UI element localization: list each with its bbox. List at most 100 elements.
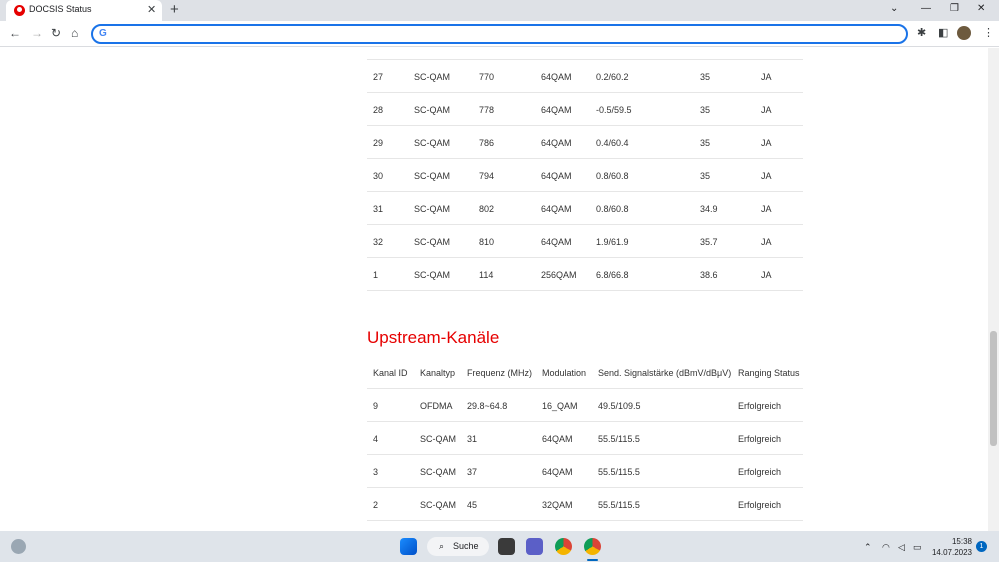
cell-type: SC-QAM — [414, 138, 450, 148]
cell-freq: 770 — [479, 72, 495, 82]
teams-chat-icon[interactable] — [526, 538, 543, 555]
tab-title: DOCSIS Status — [29, 4, 92, 14]
header-modulation: Modulation — [542, 368, 587, 378]
cell-mer: 34.9 — [700, 204, 718, 214]
downstream-row: 27 SC-QAM 770 64QAM 0.2/60.2 35 JA — [367, 60, 803, 93]
cell-power: 0.4/60.4 — [596, 138, 629, 148]
tab-strip: DOCSIS Status ✕ + ⌄ — ❐ ✕ — [0, 0, 999, 21]
cell-mod: 64QAM — [541, 138, 572, 148]
cell-type: SC-QAM — [414, 105, 450, 115]
cell-mod: 64QAM — [541, 72, 572, 82]
cell-locked: JA — [761, 171, 772, 181]
reload-icon[interactable]: ↻ — [51, 26, 61, 40]
address-bar[interactable]: G — [91, 24, 908, 44]
home-icon[interactable]: ⌂ — [71, 26, 78, 40]
upstream-section-title: Upstream-Kanäle — [367, 328, 500, 347]
weather-widget-icon[interactable] — [11, 539, 26, 554]
cell-freq: 794 — [479, 171, 495, 181]
cell-type: SC-QAM — [414, 72, 450, 82]
downstream-row: 32 SC-QAM 810 64QAM 1.9/61.9 35.7 JA — [367, 225, 803, 258]
header-kanaltyp: Kanaltyp — [420, 368, 456, 378]
upstream-row: 3 SC-QAM 37 64QAM 55.5/115.5 Erfolgreich — [367, 455, 803, 488]
volume-icon[interactable]: ◁ — [898, 541, 905, 553]
back-icon[interactable]: ← — [9, 26, 21, 40]
cell-locked: JA — [761, 105, 772, 115]
cell-freq: 778 — [479, 105, 495, 115]
profile-avatar[interactable] — [957, 26, 971, 40]
cell-status: Erfolgreich — [738, 401, 782, 411]
cell-type: SC-QAM — [414, 237, 450, 247]
cell-id: 3 — [373, 467, 379, 477]
clock-date: 14.07.2023 — [931, 548, 972, 557]
cell-power: 55.5/115.5 — [598, 500, 640, 510]
minimize-icon[interactable]: — — [921, 2, 931, 16]
task-view-icon[interactable] — [498, 538, 515, 555]
cell-locked: JA — [761, 72, 772, 82]
downstream-row: 30 SC-QAM 794 64QAM 0.8/60.8 35 JA — [367, 159, 803, 192]
cell-power: 0.2/60.2 — [596, 72, 629, 82]
cell-mod: 64QAM — [541, 171, 572, 181]
cell-freq: 786 — [479, 138, 495, 148]
cell-type: SC-QAM — [420, 500, 456, 510]
tab-docsis-status[interactable]: DOCSIS Status ✕ — [6, 0, 162, 21]
cell-id: 9 — [373, 401, 379, 411]
search-icon: ⌕ — [439, 541, 445, 551]
cell-status: Erfolgreich — [738, 500, 782, 510]
cell-mod: 16_QAM — [542, 401, 578, 411]
cell-locked: JA — [761, 204, 772, 214]
cell-mer: 35.7 — [700, 237, 718, 247]
chrome-active-icon[interactable] — [584, 538, 601, 555]
close-window-icon[interactable]: ✕ — [977, 2, 985, 16]
cell-freq: 114 — [479, 270, 494, 280]
vodafone-favicon-icon — [14, 5, 25, 16]
wifi-icon[interactable]: ◠ — [882, 541, 890, 553]
tab-search-chevron-icon[interactable]: ⌄ — [890, 2, 898, 16]
cell-mod: 256QAM — [541, 270, 577, 280]
chrome-icon[interactable] — [555, 538, 572, 555]
cell-type: SC-QAM — [414, 204, 450, 214]
cell-id: 4 — [373, 434, 379, 444]
cell-mod: 64QAM — [541, 204, 572, 214]
cell-status: Erfolgreich — [738, 467, 782, 477]
cell-id: 32 — [373, 237, 384, 247]
cell-power: 49.5/109.5 — [598, 401, 641, 411]
cell-power: 6.8/66.8 — [596, 270, 629, 280]
system-clock[interactable]: 15:38 14.07.2023 — [930, 536, 972, 558]
taskbar-search[interactable]: ⌕ Suche — [427, 537, 489, 556]
cell-mer: 35 — [700, 171, 711, 181]
side-panel-icon[interactable]: ◧ — [938, 26, 948, 40]
cell-id: 29 — [373, 138, 384, 148]
cell-mod: 32QAM — [542, 500, 573, 510]
browser-toolbar: ← → ↻ ⌂ G ✱ ◧ ⋮ — [0, 21, 999, 47]
cell-type: SC-QAM — [420, 467, 456, 477]
cell-power: 0.8/60.8 — [596, 171, 629, 181]
cell-mer: 38.6 — [700, 270, 718, 280]
cell-mod: 64QAM — [541, 105, 572, 115]
restore-icon[interactable]: ❐ — [950, 2, 959, 16]
header-ranging-status: Ranging Status — [738, 368, 800, 378]
scrollbar-thumb[interactable] — [990, 331, 997, 446]
page-scrollbar[interactable] — [988, 48, 999, 531]
cell-locked: JA — [761, 270, 772, 280]
taskbar: ⌕ Suche ⌃ ◠ ◁ ▭ 15:38 14.07.2023 1 — [0, 531, 999, 562]
cell-freq: 31 — [467, 434, 478, 444]
notification-badge[interactable]: 1 — [976, 541, 987, 552]
cell-mer: 35 — [700, 105, 711, 115]
new-tab-button[interactable]: + — [170, 2, 179, 18]
menu-kebab-icon[interactable]: ⋮ — [983, 26, 994, 40]
cell-type: SC-QAM — [420, 434, 456, 444]
cell-locked: JA — [761, 237, 772, 247]
close-tab-icon[interactable]: ✕ — [147, 3, 156, 17]
upstream-row: 2 SC-QAM 45 32QAM 55.5/115.5 Erfolgreich — [367, 488, 803, 521]
upstream-row: 9 OFDMA 29.8~64.8 16_QAM 49.5/109.5 Erfolgrei… — [367, 389, 803, 422]
tray-chevron-icon[interactable]: ⌃ — [864, 541, 872, 553]
cell-id: 28 — [373, 105, 384, 115]
forward-icon[interactable]: → — [31, 26, 43, 40]
extensions-icon[interactable]: ✱ — [917, 26, 926, 40]
cell-type: SC-QAM — [414, 270, 450, 280]
windows-start-icon[interactable] — [400, 538, 417, 555]
battery-icon[interactable]: ▭ — [913, 541, 922, 553]
address-input[interactable] — [113, 28, 883, 41]
downstream-row: 1 SC-QAM 114 256QAM 6.8/66.8 38.6 JA — [367, 258, 803, 291]
header-frequenz: Frequenz (MHz) — [467, 368, 533, 378]
